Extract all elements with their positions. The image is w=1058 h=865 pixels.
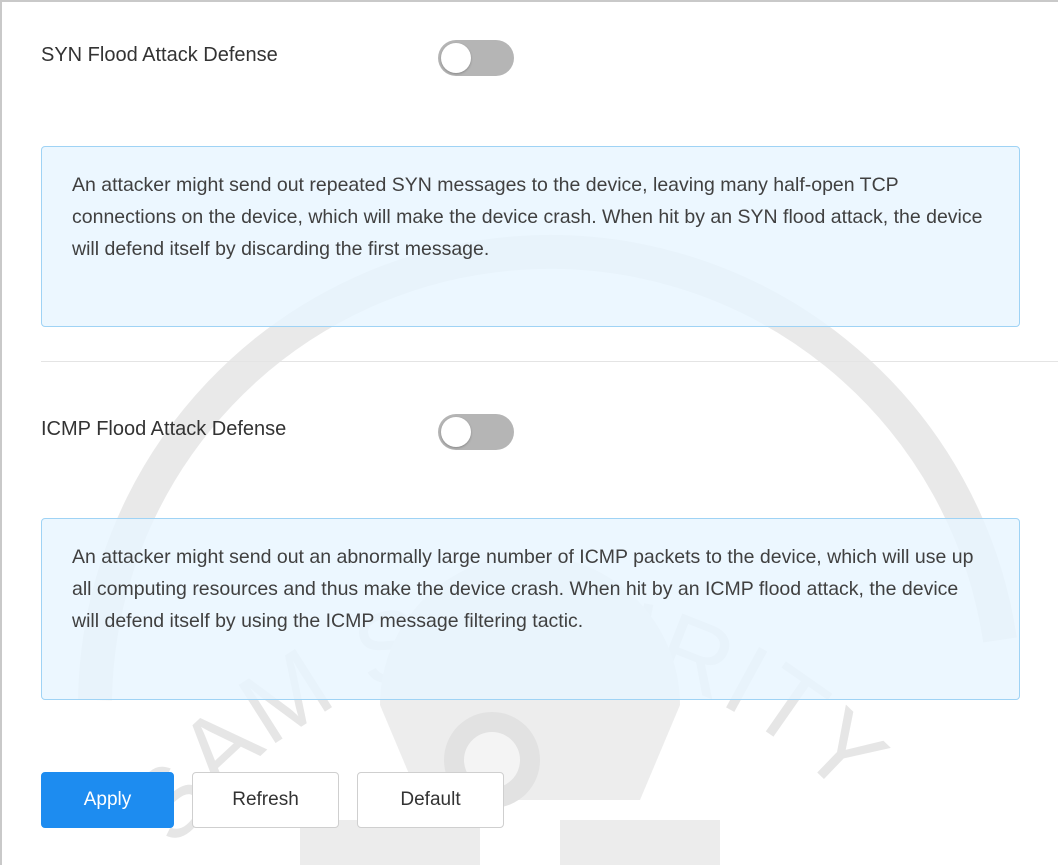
- icmp-flood-description: An attacker might send out an abnormally…: [72, 546, 974, 632]
- icmp-flood-toggle[interactable]: [438, 414, 514, 450]
- icmp-flood-label: ICMP Flood Attack Defense: [41, 418, 287, 440]
- syn-flood-info-box: An attacker might send out repeated SYN …: [41, 146, 1020, 327]
- icmp-flood-info-box: An attacker might send out an abnormally…: [41, 518, 1020, 700]
- refresh-button[interactable]: Refresh: [192, 772, 339, 828]
- icmp-flood-toggle-knob: [441, 417, 471, 447]
- syn-flood-toggle[interactable]: [438, 40, 514, 76]
- default-button[interactable]: Default: [357, 772, 504, 828]
- syn-flood-toggle-knob: [441, 43, 471, 73]
- syn-flood-label: SYN Flood Attack Defense: [41, 44, 278, 66]
- section-divider: [41, 361, 1058, 362]
- apply-button[interactable]: Apply: [41, 772, 174, 828]
- syn-flood-description: An attacker might send out repeated SYN …: [72, 174, 983, 260]
